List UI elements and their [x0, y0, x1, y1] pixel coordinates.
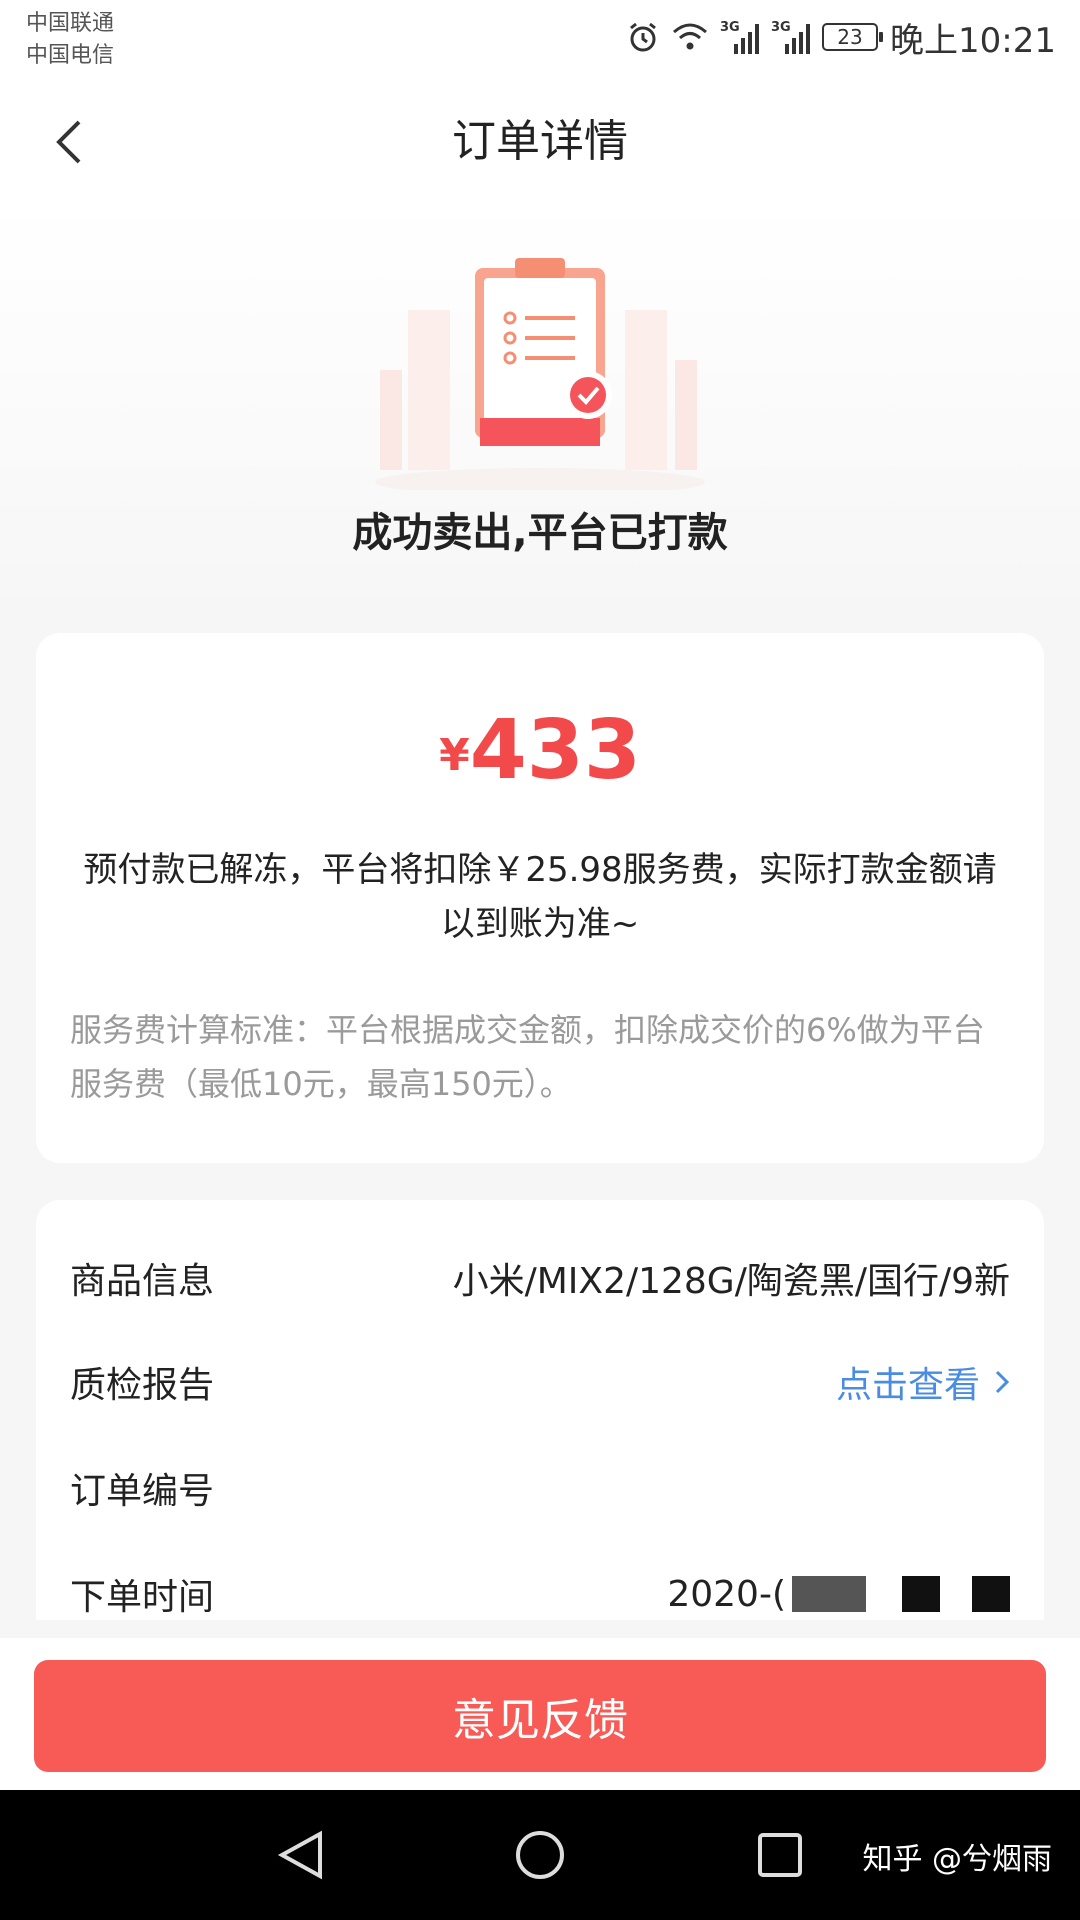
- status-icons: 3G 3G 23 晚上10:21: [626, 12, 1056, 62]
- wifi-icon: [672, 22, 708, 52]
- product-info-row: 商品信息 小米/MIX2/128G/陶瓷黑/国行/9新: [70, 1248, 1010, 1308]
- inspection-report-row: 质检报告 点击查看: [70, 1352, 1010, 1412]
- fee-rule-text: 服务费计算标准：平台根据成交金额，扣除成交价的6%做为平台服务费（最低10元，最…: [70, 1011, 985, 1103]
- triangle-back-icon: [277, 1830, 322, 1880]
- order-status-text: 成功卖出,平台已打款: [352, 510, 728, 556]
- nav-recents-button[interactable]: [750, 1825, 810, 1885]
- order-time-label: 下单时间: [70, 1577, 215, 1618]
- carrier-labels: 中国联通 中国电信: [26, 8, 114, 72]
- signal-icon-1: 3G: [720, 20, 760, 54]
- redaction-block: [972, 1576, 1010, 1612]
- product-info-label: 商品信息: [70, 1261, 215, 1302]
- carrier-2: 中国电信: [26, 43, 115, 68]
- order-time-text: 2020-(: [667, 1573, 786, 1615]
- clipboard-check-illustration: [375, 258, 705, 490]
- order-number-row: 订单编号: [70, 1458, 1010, 1518]
- redaction-block: [792, 1576, 866, 1612]
- watermark-text: 知乎 @兮烟雨: [862, 1842, 1052, 1877]
- order-info-card: 商品信息 小米/MIX2/128G/陶瓷黑/国行/9新 质检报告 点击查看 订单…: [36, 1200, 1044, 1620]
- inspection-report-label: 质检报告: [70, 1365, 215, 1406]
- feedback-button[interactable]: 意见反馈: [34, 1660, 1046, 1772]
- nav-header: 订单详情: [0, 84, 1080, 200]
- carrier-1: 中国联通: [26, 11, 115, 36]
- hero-section: 成功卖出,平台已打款: [0, 200, 1080, 630]
- square-recents-icon: [758, 1833, 802, 1877]
- network-type-1: 3G: [720, 20, 740, 35]
- alarm-icon: [626, 20, 660, 54]
- chevron-right-icon: [995, 1370, 1010, 1394]
- amount-value: 433: [469, 703, 641, 798]
- view-report-label: 点击查看: [835, 1365, 980, 1406]
- network-type-2: 3G: [771, 20, 791, 35]
- order-number-label: 订单编号: [70, 1471, 215, 1512]
- signal-icon-2: 3G: [771, 20, 811, 54]
- page-title: 订单详情: [452, 116, 628, 167]
- clock: 晚上10:21: [890, 20, 1056, 61]
- currency-symbol: ¥: [439, 730, 470, 781]
- nav-home-button[interactable]: [510, 1825, 570, 1885]
- order-time-value: 2020-(: [667, 1574, 1010, 1615]
- product-info-value: 小米/MIX2/128G/陶瓷黑/国行/9新: [452, 1261, 1010, 1302]
- payout-amount: ¥433: [36, 703, 1044, 798]
- nav-back-button[interactable]: [270, 1825, 330, 1885]
- view-report-link[interactable]: 点击查看: [836, 1356, 1010, 1408]
- bottom-action-bar: 意见反馈: [0, 1638, 1080, 1790]
- system-nav-bar: 知乎 @兮烟雨: [0, 1790, 1080, 1920]
- battery-level: 23: [837, 25, 863, 49]
- payout-notice: 预付款已解冻，平台将扣除￥25.98服务费，实际打款金额请以到账为准~: [83, 850, 997, 944]
- order-time-row: 下单时间 2020-(: [70, 1564, 1010, 1624]
- status-bar: 中国联通 中国电信 3G 3G 23 晚上10:21: [0, 0, 1080, 84]
- redaction-block: [902, 1576, 940, 1612]
- circle-home-icon: [516, 1831, 564, 1879]
- amount-card: ¥433 预付款已解冻，平台将扣除￥25.98服务费，实际打款金额请以到账为准~…: [36, 633, 1044, 1163]
- battery-icon: 23: [822, 23, 884, 51]
